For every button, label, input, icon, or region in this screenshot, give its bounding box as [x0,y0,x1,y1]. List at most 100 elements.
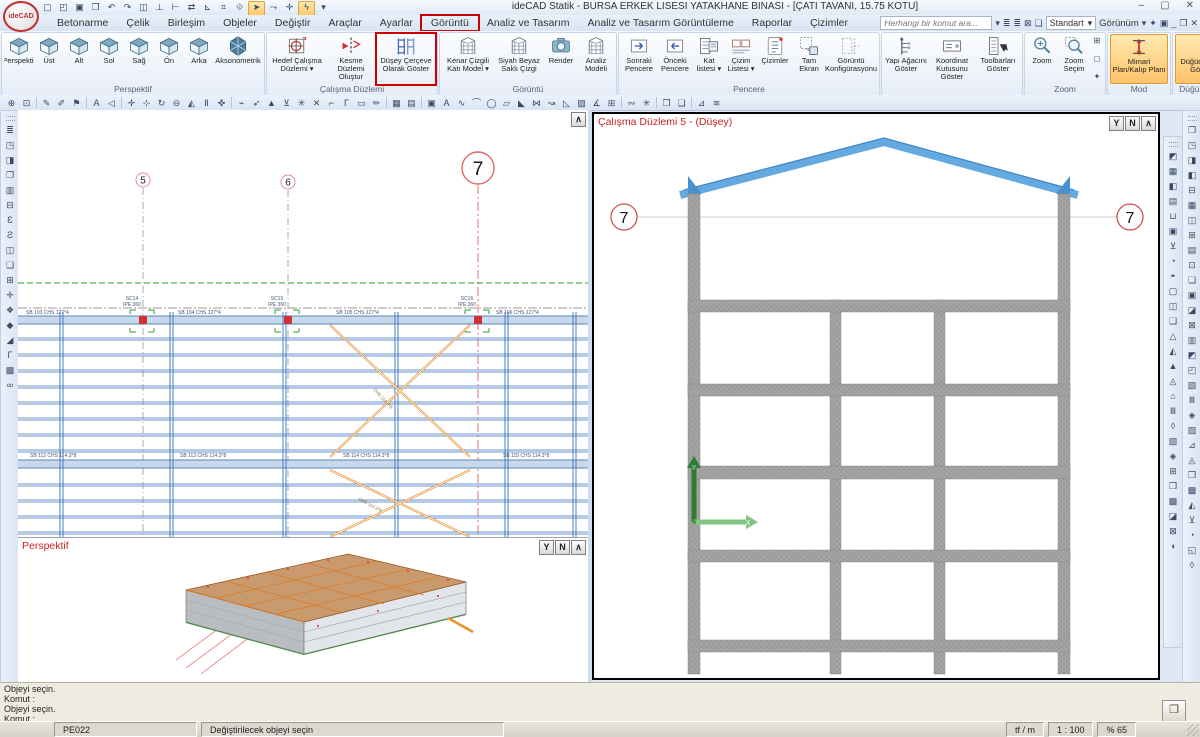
right-outer-tool-icon[interactable]: ▨ [1185,423,1200,438]
right-inner-tool-icon[interactable]: ▦ [1166,164,1181,179]
maximize-button[interactable]: ▢ [1160,0,1169,11]
left-tool-icon[interactable]: Ƨ [3,228,18,243]
right-inner-tool-icon[interactable]: ◊ [1166,419,1181,434]
right-outer-tool-icon[interactable]: ◩ [1185,348,1200,363]
quick-access-icon[interactable]: ⊥ [152,1,167,14]
plan-view-pane[interactable]: ∧ 5 6 7 [18,110,589,537]
siyah-beyaz-sakli-cizgi-button[interactable]: Siyah Beyaz Saklı Çizgi [494,34,544,84]
drawing-tool-icon[interactable]: ⊻ [279,96,294,110]
right-inner-tool-icon[interactable]: ◈ [1166,449,1181,464]
tab-degistir[interactable]: Değiştir [266,16,320,30]
drawing-tool-icon[interactable]: ▣ [424,96,439,110]
dusey-cerceve-olarak-goster-button[interactable]: Düşey Çerçeve Olarak Göster [377,34,435,84]
right-outer-tool-icon[interactable]: ▧ [1185,378,1200,393]
right-inner-tool-icon[interactable]: ◪ [1166,509,1181,524]
right-inner-tool-icon[interactable]: ▧ [1166,434,1181,449]
right-inner-tool-icon[interactable]: ◫ [1166,299,1181,314]
right-outer-tool-icon[interactable]: ◔ [1185,528,1200,543]
tab-birlesim[interactable]: Birleşim [159,16,214,30]
tab-analiz-goruntuleme[interactable]: Analiz ve Tasarım Görüntüleme [579,16,743,30]
right-outer-tool-icon[interactable]: ◱ [1185,543,1200,558]
left-tool-icon[interactable]: Γ [3,348,18,363]
mdi-close-icon[interactable]: ✕ [1190,17,1198,30]
status-zoom-level[interactable]: % 65 [1097,722,1136,737]
drawing-tool-icon[interactable]: ↝ [544,96,559,110]
kenar-cizgili-kati-model-button[interactable]: Kenar Çizgili Katı Model ▾ [442,34,494,84]
drawing-tool-icon[interactable]: ⊕ [4,96,19,110]
drawing-tool-icon[interactable]: ⌒ [469,96,484,110]
right-inner-tool-icon[interactable]: ◖ [1166,539,1181,554]
quick-access-icon[interactable]: ◰ [56,1,71,14]
right-inner-tool-icon[interactable]: ⊻ [1166,239,1181,254]
drawing-tool-icon[interactable]: ✳ [294,96,309,110]
right-outer-tool-icon[interactable]: ⊠ [1185,318,1200,333]
pane-collapse-button[interactable]: ∧ [1141,116,1156,131]
render-button[interactable]: Render [544,34,578,84]
right-outer-tool-icon[interactable]: Ⅲ [1185,393,1200,408]
quick-access-icon[interactable]: ↷ [120,1,135,14]
drawing-tool-icon[interactable]: ↻ [154,96,169,110]
tab-cizimler[interactable]: Çizimler [801,16,857,30]
drawing-tool-icon[interactable]: ⌁ [234,96,249,110]
plan-drawing[interactable]: 5 6 7 [18,110,588,537]
tab-araclar[interactable]: Araçlar [320,16,371,30]
toolbar-grip[interactable] [6,116,15,121]
sonraki-pencere-button[interactable]: Sonraki Pencere [621,34,657,84]
mdi-restore-icon[interactable]: ❐ [1179,17,1187,30]
command-history-panel[interactable]: Objeyi seçin.Komut :Objeyi seçin.Komut : [0,682,1200,724]
drawing-tool-icon[interactable]: ✕ [309,96,324,110]
gorunum-menu[interactable]: Görünüm [1099,18,1139,29]
left-tool-icon[interactable]: ❖ [3,303,18,318]
arka-view-button[interactable]: Arka [184,34,214,84]
drawing-tool-icon[interactable]: ∾ [624,96,639,110]
right-outer-tool-icon[interactable]: ⊟ [1185,183,1200,198]
pane-collapse-button[interactable]: ∧ [571,540,586,555]
left-tool-icon[interactable]: ◳ [3,138,18,153]
right-outer-tool-icon[interactable]: ◊ [1185,558,1200,573]
kesme-duzlemi-olustur-button[interactable]: Kesme Düzlemi Oluştur [325,34,377,84]
mimari-plan-kalip-plani-button[interactable]: Mimari Plan/Kalıp Planı [1110,34,1168,84]
right-outer-tool-icon[interactable]: ❐ [1185,123,1200,138]
drawing-tool-icon[interactable]: ◯ [484,96,499,110]
right-outer-tool-icon[interactable]: ▥ [1185,333,1200,348]
drawing-tool-icon[interactable]: ⊡ [19,96,34,110]
quick-access-icon[interactable]: ▢ [40,1,55,14]
tab-raporlar[interactable]: Raporlar [743,16,801,30]
on-view-button[interactable]: Ön [154,34,184,84]
quick-access-icon[interactable]: ◫ [136,1,151,14]
drawing-tool-icon[interactable]: ⚑ [69,96,84,110]
command-side-icon[interactable]: ❐ [1162,700,1186,722]
analiz-modeli-button[interactable]: Analiz Modeli [578,34,614,84]
toolbarlari-goster-button[interactable]: Toolbarları Göster [976,34,1020,84]
drawing-tool-icon[interactable]: ❑ [674,96,689,110]
zoom-secim-button[interactable]: Zoom Seçim [1057,34,1091,84]
left-tool-icon[interactable]: ⊞ [3,273,18,288]
drawing-tool-icon[interactable]: ▲ [264,96,279,110]
perspective-drawing[interactable] [18,538,588,683]
goruntu-konfigurasyonu-button[interactable]: Görüntü Konfigürasyonu [825,34,877,84]
right-inner-tool-icon[interactable]: △ [1166,329,1181,344]
collapse-pane-button[interactable]: ∧ [571,112,586,127]
drawing-tool-icon[interactable]: ✎ [39,96,54,110]
quick-access-icon[interactable]: ϟ [298,1,315,16]
drawing-tool-icon[interactable]: ⊹ [139,96,154,110]
left-tool-icon[interactable]: ◆ [3,318,18,333]
left-tool-icon[interactable]: ▩ [3,363,18,378]
koordinat-kutusunu-goster-button[interactable]: Koordinat Kutusunu Göster [928,34,976,84]
right-inner-tool-icon[interactable]: ⌂ [1166,389,1181,404]
left-tool-icon[interactable]: ❐ [3,168,18,183]
quick-access-icon[interactable]: ▣ [72,1,87,14]
right-outer-tool-icon[interactable]: ▤ [1185,243,1200,258]
right-inner-tool-icon[interactable]: ▤ [1166,194,1181,209]
drawing-tool-icon[interactable]: ▨ [574,96,589,110]
left-tool-icon[interactable]: ◨ [3,153,18,168]
right-outer-tool-icon[interactable]: ▦ [1185,198,1200,213]
right-outer-tool-icon[interactable]: ❏ [1185,273,1200,288]
pane-n-button[interactable]: N [555,540,570,555]
quick-access-icon[interactable]: ▾ [316,1,331,14]
right-outer-tool-icon[interactable]: ◪ [1185,303,1200,318]
right-inner-tool-icon[interactable]: ⊠ [1166,524,1181,539]
drawing-tool-icon[interactable]: ✜ [214,96,229,110]
drawing-tool-icon[interactable]: ▱ [499,96,514,110]
right-inner-tool-icon[interactable]: ⊞ [1166,464,1181,479]
